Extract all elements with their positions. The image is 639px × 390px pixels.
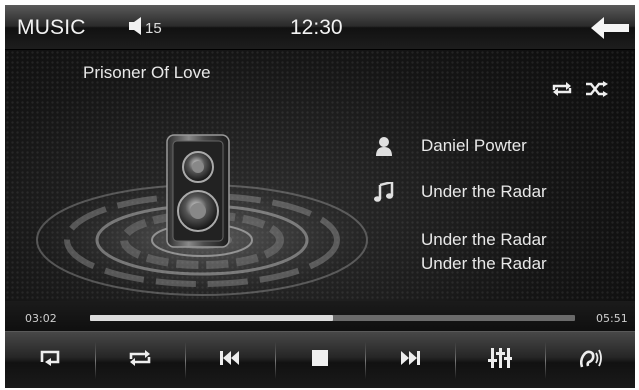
previous-button[interactable] — [185, 332, 275, 388]
album-row: Under the Radar — [373, 181, 547, 203]
speaker-graphic — [165, 133, 231, 253]
previous-icon — [220, 350, 240, 370]
total-time: 05:51 — [596, 312, 628, 325]
shuffle-mode-icon[interactable] — [585, 81, 609, 102]
speaker-volume-icon — [129, 17, 143, 40]
progress-bar[interactable] — [90, 315, 575, 321]
next-icon — [400, 350, 420, 370]
next-button[interactable] — [365, 332, 455, 388]
stop-icon — [312, 349, 328, 371]
song-title: Prisoner Of Love — [83, 63, 211, 82]
stop-button[interactable] — [275, 332, 365, 388]
audio-output-icon — [578, 347, 602, 374]
repeat-list-icon — [39, 349, 61, 372]
info-line-1: Under the Radar — [421, 230, 547, 249]
app-title: MUSIC — [17, 16, 86, 39]
repeat-button[interactable] — [95, 332, 185, 388]
info-line-2: Under the Radar — [421, 254, 547, 273]
repeat-mode-icon[interactable] — [551, 81, 573, 102]
back-arrow-icon[interactable] — [591, 17, 629, 39]
music-note-icon — [373, 181, 395, 203]
equalizer-icon — [488, 347, 512, 373]
volume-level: 15 — [145, 20, 162, 37]
repeat-icon — [128, 349, 152, 372]
progress-strip: 03:02 05:51 — [5, 301, 635, 331]
artist-person-icon — [373, 135, 395, 157]
clock: 12:30 — [290, 16, 343, 39]
audio-output-button[interactable] — [545, 332, 635, 388]
album-name: Under the Radar — [421, 182, 547, 201]
repeat-list-button[interactable] — [5, 332, 95, 388]
music-player-screen: MUSIC 15 12:30 Prisoner Of Love Daniel P… — [5, 5, 635, 388]
top-bar: MUSIC 15 12:30 — [5, 5, 635, 50]
artist-name: Daniel Powter — [421, 136, 527, 155]
elapsed-time: 03:02 — [25, 312, 57, 325]
equalizer-button[interactable] — [455, 332, 545, 388]
volume-indicator[interactable]: 15 — [129, 17, 162, 40]
bottom-toolbar — [5, 331, 635, 388]
artist-row: Daniel Powter — [373, 135, 527, 157]
progress-fill — [90, 315, 333, 321]
play-mode-icons — [551, 81, 609, 102]
